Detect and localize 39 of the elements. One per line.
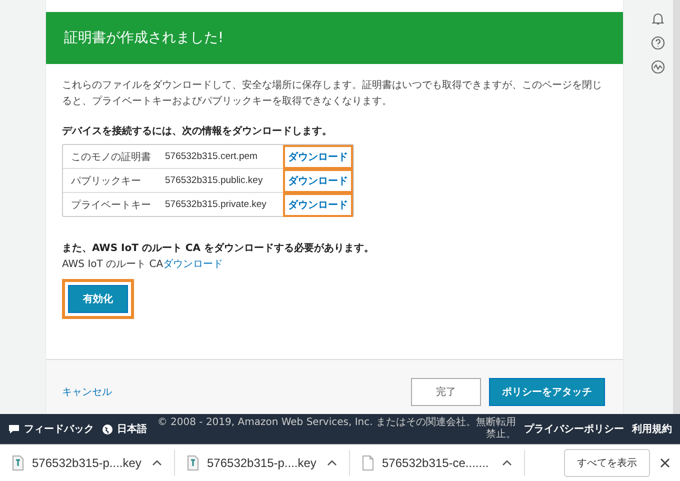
language-link[interactable]: 日本語 <box>117 422 147 436</box>
download-item[interactable]: 576532b315-p....key <box>207 456 319 470</box>
help-icon[interactable] <box>651 36 665 50</box>
download-item[interactable]: 576532b315-p....key <box>32 456 144 470</box>
copyright-text: © 2008 - 2019, Amazon Web Services, Inc. またはその関連会社。無断転用禁止。 <box>156 417 516 441</box>
note-text: また、AWS IoT のルート CA をダウンロードする必要があります。 <box>62 242 375 255</box>
table-cell-text: 576532b315.cert.pem <box>165 151 258 162</box>
activity-icon[interactable] <box>651 60 665 74</box>
download-item[interactable]: 576532b315-ce....... <box>382 456 494 470</box>
file-icon <box>362 455 374 471</box>
footer-link[interactable]: 利用規約 <box>632 422 672 436</box>
download-link[interactable]: ダウンロード <box>283 192 353 216</box>
attach-policy-button[interactable]: ポリシーをアタッチ <box>489 378 605 406</box>
download-link[interactable]: ダウンロード <box>163 259 224 270</box>
speech-bubble-icon <box>8 424 20 434</box>
key-file-icon <box>12 455 24 471</box>
feedback-link[interactable]: フィードバック <box>24 422 94 436</box>
description-text: これらのファイルをダウンロードして、安全な場所に保存します。証明書はいつでも取得できますが、このページを閉じると、プライベートキーおよびパブリックキーを取得できなくなります。 <box>62 78 603 109</box>
cancel-link[interactable]: キャンセル <box>62 385 403 399</box>
table-cell-text: 576532b315.public.key <box>165 175 264 186</box>
activate-button[interactable]: 有効化 <box>68 285 128 313</box>
section-heading: デバイスを接続するには、次の情報をダウンロードします。 <box>62 124 333 138</box>
table-cell-text: パブリックキー <box>71 174 142 188</box>
footer-link[interactable]: プライバシーポリシー <box>524 422 624 436</box>
success-banner: 証明書が作成されました! <box>46 12 623 64</box>
key-file-icon <box>187 455 199 471</box>
bell-icon[interactable] <box>651 12 665 26</box>
chevron-up-icon <box>152 460 162 466</box>
close-icon[interactable] <box>660 458 670 468</box>
chevron-up-icon <box>502 460 512 466</box>
download-link[interactable]: ダウンロード <box>283 144 353 168</box>
chevron-up-icon <box>327 460 337 466</box>
done-button[interactable]: 完了 <box>411 378 481 406</box>
download-link[interactable]: ダウンロード <box>283 168 353 192</box>
table-cell-text: このモノの証明書 <box>71 150 152 164</box>
root-ca-text: AWS IoT のルート CAダウンロード <box>62 258 224 271</box>
table-cell-text: 576532b315.private.key <box>165 199 268 210</box>
table-cell-text: プライベートキー <box>71 198 152 212</box>
show-all-button[interactable]: すべてを表示 <box>564 449 650 477</box>
